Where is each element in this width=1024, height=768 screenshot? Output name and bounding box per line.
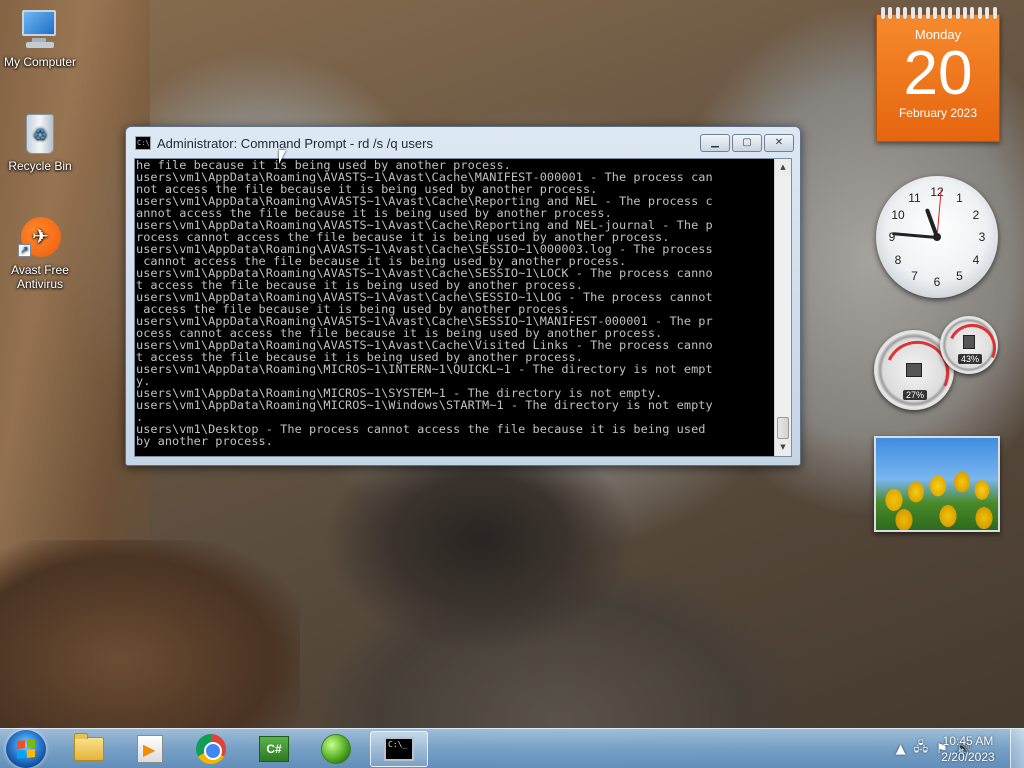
windows-logo-icon — [17, 739, 35, 759]
show-hidden-icons-icon[interactable]: ▲ — [896, 742, 906, 757]
recycle-bin-icon — [18, 112, 62, 156]
console-output-area[interactable]: he file because it is being used by anot… — [134, 158, 792, 457]
command-prompt-window[interactable]: C:\ Administrator: Command Prompt - rd /… — [125, 126, 801, 466]
taskbar-item-csharp[interactable]: C# — [245, 731, 303, 767]
mouse-pointer-icon — [279, 150, 286, 164]
console-line: users\vm1\AppData\Roaming\MICROS~1\Windo… — [136, 398, 713, 412]
scrollbar-thumb[interactable] — [777, 417, 789, 439]
window-titlebar[interactable]: C:\ Administrator: Command Prompt - rd /… — [126, 127, 800, 159]
desktop-icon-label: Recycle Bin — [8, 159, 72, 173]
desktop-icon-label: Avast Free Antivirus — [11, 263, 69, 291]
taskbar-item-chrome[interactable] — [182, 731, 240, 767]
clock-number: 4 — [972, 252, 980, 267]
network-icon[interactable]: 🖧 — [914, 738, 929, 760]
clock-number: 10 — [891, 207, 905, 222]
window-title: Administrator: Command Prompt - rd /s /q… — [157, 135, 433, 151]
maximize-button[interactable]: ▢ — [732, 134, 762, 152]
computer-icon — [18, 8, 62, 52]
memory-gauge: 43% — [940, 316, 998, 374]
media-player-icon — [137, 735, 163, 763]
clock-number: 11 — [908, 191, 921, 206]
clock-gadget[interactable]: 11 10 9 8 7 6 5 4 3 2 1 12 — [876, 176, 998, 298]
clock-number: 1 — [956, 191, 963, 206]
cpu-meter-gadget[interactable]: 27% 43% — [874, 316, 1000, 410]
cpu-usage-value: 27% — [903, 390, 928, 400]
show-desktop-button[interactable] — [1010, 729, 1024, 768]
desktop-icon-my-computer[interactable]: My Computer — [0, 8, 80, 69]
clock-number: 8 — [894, 252, 902, 267]
cmd-app-icon[interactable]: C:\ — [135, 136, 151, 150]
console-line: users\vm1\AppData\Roaming\MICROS~1\INTER… — [136, 362, 713, 376]
calendar-gadget[interactable]: Monday 20 February 2023 — [876, 7, 1000, 142]
avast-icon: ↗ — [18, 216, 62, 260]
scroll-up-arrow-icon[interactable]: ▲ — [775, 159, 791, 176]
cpu-chip-icon — [906, 363, 922, 377]
sphere-icon — [321, 734, 351, 764]
calendar-date: 20 — [903, 39, 973, 108]
clock-number: 5 — [956, 268, 963, 283]
console-text: he file because it is being used by anot… — [136, 159, 774, 447]
clock-number: 3 — [978, 230, 986, 244]
start-button[interactable] — [6, 730, 46, 768]
clock-number: 12 — [930, 185, 944, 199]
taskbar-item-media-player[interactable] — [121, 731, 179, 767]
calendar-month: February 2023 — [898, 106, 978, 120]
desktop-icon-recycle-bin[interactable]: Recycle Bin — [0, 112, 80, 173]
taskbar-item-explorer[interactable] — [60, 731, 118, 767]
csharp-icon: C# — [259, 736, 289, 762]
console-line: by another process. — [136, 434, 273, 448]
calendar-rings — [881, 7, 997, 19]
taskbar: C# C:\_ ▲ 🖧 ⚑ 🔊 10:45 AM 2/20/2023 — [0, 728, 1024, 768]
taskbar-item-command-prompt[interactable]: C:\_ — [370, 731, 428, 767]
minimize-button[interactable]: ▁ — [700, 134, 730, 152]
scroll-down-arrow-icon[interactable]: ▼ — [775, 439, 791, 456]
clock-number: 2 — [972, 207, 980, 222]
close-button[interactable]: ✕ — [764, 134, 794, 152]
vertical-scrollbar[interactable]: ▲ ▼ — [774, 159, 791, 456]
chrome-icon — [196, 734, 226, 764]
clock-number: 7 — [911, 268, 918, 283]
memory-usage-value: 43% — [958, 354, 983, 364]
memory-chip-icon — [963, 335, 975, 349]
desktop-icon-label: My Computer — [3, 55, 77, 69]
clock-number: 6 — [933, 275, 941, 289]
clock-center-pin — [933, 233, 941, 241]
wallpaper-branch-lower — [0, 540, 300, 740]
folder-icon — [74, 733, 104, 761]
desktop-icon-avast[interactable]: ↗ Avast Free Antivirus — [0, 216, 80, 291]
slideshow-gadget-tulips[interactable] — [874, 436, 1000, 532]
taskbar-item-green-sphere[interactable] — [307, 731, 365, 767]
taskbar-clock[interactable]: 10:45 AM 2/20/2023 — [936, 733, 1000, 765]
cmd-icon: C:\_ — [384, 737, 414, 761]
tray-date: 2/20/2023 — [941, 750, 995, 764]
tray-time: 10:45 AM — [942, 734, 994, 748]
